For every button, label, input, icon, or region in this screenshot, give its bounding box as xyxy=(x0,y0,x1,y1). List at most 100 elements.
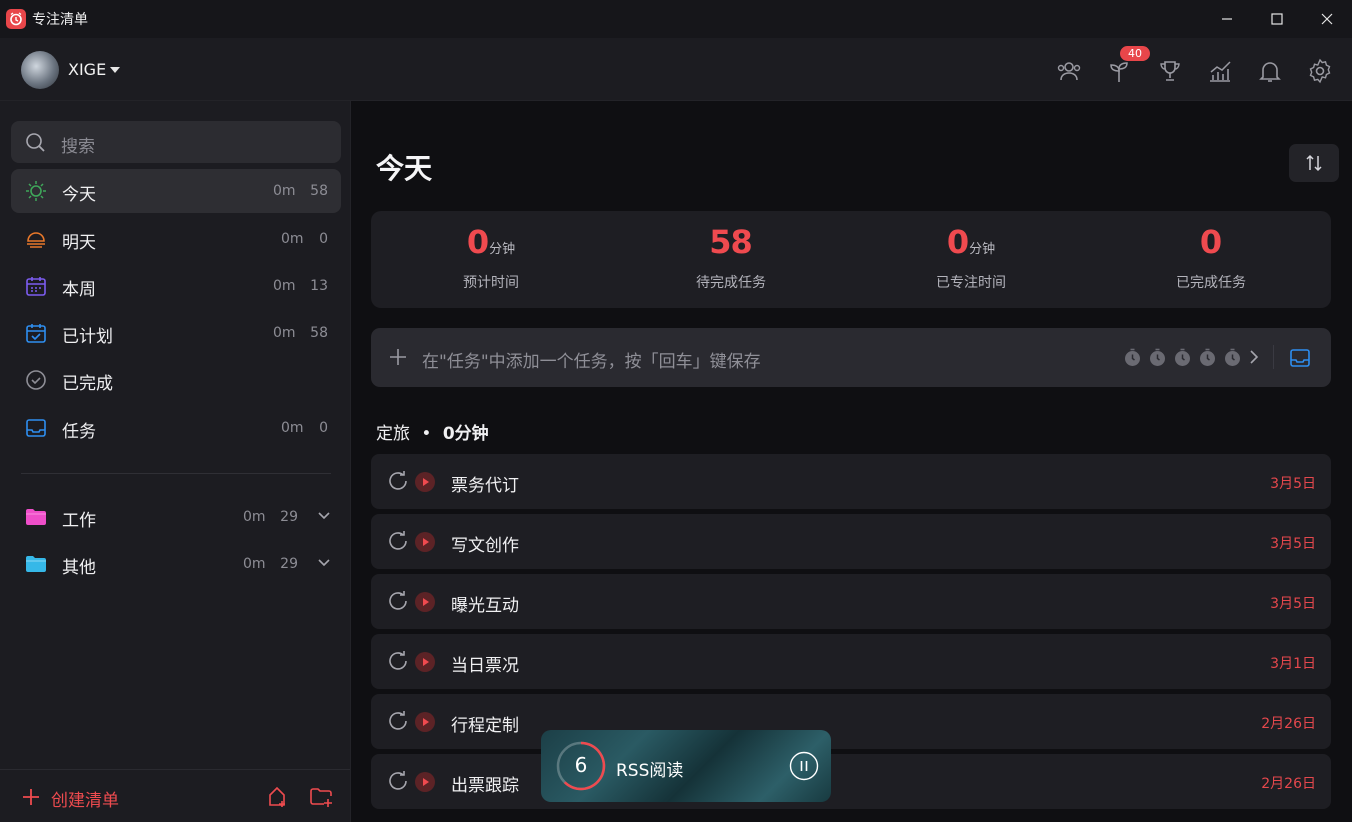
task-name: 曝光互动 xyxy=(451,596,519,616)
play-icon[interactable] xyxy=(415,712,435,732)
play-icon[interactable] xyxy=(415,772,435,792)
sprout-icon[interactable] xyxy=(1106,58,1132,84)
stat-label: 待完成任务 xyxy=(696,275,766,291)
sidebar-item-label: 明天 xyxy=(62,233,96,253)
maximize-icon xyxy=(1271,13,1283,25)
sidebar-item-minutes: 0m xyxy=(243,509,266,525)
stat-value: 0 xyxy=(1199,223,1222,261)
sidebar-item-today[interactable]: 今天 0m 58 xyxy=(11,169,341,213)
timer-count: 6 xyxy=(574,753,588,777)
play-icon[interactable] xyxy=(415,592,435,612)
task-row[interactable]: 出票跟踪 2月26日 xyxy=(371,754,1331,809)
repeat-icon[interactable] xyxy=(387,650,409,672)
sidebar-item-label: 今天 xyxy=(62,185,96,205)
sort-button[interactable] xyxy=(1289,144,1339,182)
new-folder-icon[interactable] xyxy=(310,786,334,808)
play-icon[interactable] xyxy=(415,472,435,492)
pomodoro-icon[interactable] xyxy=(1148,348,1167,367)
new-tag-icon[interactable] xyxy=(266,785,288,809)
sunset-icon xyxy=(27,232,45,248)
sidebar-item-count: 29 xyxy=(280,556,298,572)
chevron-down-icon[interactable] xyxy=(317,556,331,570)
sidebar-item-minutes: 0m xyxy=(273,183,296,199)
sidebar-folder-other[interactable]: 其他 0m 29 xyxy=(11,542,341,586)
sidebar-item-minutes: 0m xyxy=(273,325,296,341)
trophy-icon[interactable] xyxy=(1157,58,1183,84)
sidebar-item-count: 0 xyxy=(319,420,328,436)
main-panel: 今天 0分钟 预计时间 58 待完成任务 0分钟 已专注时间 0 已完成任务 在… xyxy=(352,101,1352,822)
task-row[interactable]: 曝光互动 3月5日 xyxy=(371,574,1331,629)
minimize-icon xyxy=(1222,18,1232,20)
minimize-button[interactable] xyxy=(1202,0,1252,38)
gear-icon[interactable] xyxy=(1307,58,1333,84)
stats-panel: 0分钟 预计时间 58 待完成任务 0分钟 已专注时间 0 已完成任务 xyxy=(371,211,1331,308)
app-header: XIGE 40 xyxy=(0,38,1352,101)
sidebar-item-label: 本周 xyxy=(62,280,96,300)
username[interactable]: XIGE xyxy=(68,60,106,79)
search-input[interactable]: 搜索 xyxy=(11,121,341,163)
create-list-button[interactable]: 创建清单 xyxy=(51,786,119,811)
repeat-icon[interactable] xyxy=(387,710,409,732)
sidebar-item-count: 58 xyxy=(310,183,328,199)
sun-icon xyxy=(26,181,46,201)
stats-icon[interactable] xyxy=(1207,58,1233,84)
stat-unit: 分钟 xyxy=(489,242,516,257)
search-icon xyxy=(26,133,45,152)
sidebar-item-count: 58 xyxy=(310,325,328,341)
folder-icon xyxy=(26,556,46,572)
stat-value: 0 xyxy=(466,223,489,261)
sidebar-folder-work[interactable]: 工作 0m 29 xyxy=(11,495,341,539)
repeat-icon[interactable] xyxy=(387,530,409,552)
plus-icon[interactable] xyxy=(21,787,41,807)
bell-icon[interactable] xyxy=(1257,58,1283,84)
add-task-input[interactable]: 在"任务"中添加一个任务，按「回车」键保存 xyxy=(371,328,1331,387)
stat-completed-tasks: 0 已完成任务 xyxy=(1091,211,1331,308)
pause-icon[interactable] xyxy=(789,751,819,781)
app-title: 专注清单 xyxy=(32,12,88,28)
team-icon[interactable] xyxy=(1056,58,1082,84)
inbox-icon xyxy=(26,419,46,437)
pomodoro-icon[interactable] xyxy=(1123,348,1142,367)
sidebar-item-this-week[interactable]: 本周 0m 13 xyxy=(11,264,341,308)
task-row[interactable]: 票务代订 3月5日 xyxy=(371,454,1331,509)
stat-estimated-time: 0分钟 预计时间 xyxy=(371,211,611,308)
page-title: 今天 xyxy=(376,152,433,185)
mini-timer-widget[interactable]: 6 RSS阅读 xyxy=(541,730,831,802)
task-due-date: 3月5日 xyxy=(1270,536,1316,552)
maximize-button[interactable] xyxy=(1252,0,1302,38)
repeat-icon[interactable] xyxy=(387,590,409,612)
close-button[interactable] xyxy=(1302,0,1352,38)
task-row[interactable]: 当日票况 3月1日 xyxy=(371,634,1331,689)
sidebar-item-planned[interactable]: 已计划 0m 58 xyxy=(11,311,341,355)
pomodoro-icon[interactable] xyxy=(1173,348,1192,367)
task-name: 写文创作 xyxy=(451,536,519,556)
pomodoro-icon[interactable] xyxy=(1223,348,1242,367)
calendar-check-icon xyxy=(26,324,46,343)
title-bar: 专注清单 xyxy=(0,0,1352,38)
avatar[interactable] xyxy=(21,51,59,89)
inbox-icon[interactable] xyxy=(1289,347,1311,369)
repeat-icon[interactable] xyxy=(387,770,409,792)
pomodoro-icon[interactable] xyxy=(1198,348,1217,367)
play-icon[interactable] xyxy=(415,532,435,552)
repeat-icon[interactable] xyxy=(387,470,409,492)
task-row[interactable]: 写文创作 3月5日 xyxy=(371,514,1331,569)
task-name: 出票跟踪 xyxy=(451,776,519,796)
task-due-date: 3月5日 xyxy=(1270,476,1316,492)
sidebar-item-completed[interactable]: 已完成 xyxy=(11,358,341,402)
task-due-date: 2月26日 xyxy=(1261,716,1316,732)
check-circle-icon xyxy=(26,370,46,390)
sidebar-item-label: 任务 xyxy=(62,422,96,442)
stat-value: 0 xyxy=(946,223,969,261)
chevron-down-icon[interactable] xyxy=(110,67,120,73)
task-due-date: 2月26日 xyxy=(1261,776,1316,792)
play-icon[interactable] xyxy=(415,652,435,672)
chevron-down-icon[interactable] xyxy=(317,509,331,523)
section-header[interactable]: 定旅 • 0分钟 xyxy=(376,419,489,444)
chevron-right-icon[interactable] xyxy=(1248,349,1260,365)
task-row[interactable]: 行程定制 2月26日 xyxy=(371,694,1331,749)
add-task-placeholder: 在"任务"中添加一个任务，按「回车」键保存 xyxy=(422,352,761,372)
sidebar-item-tasks[interactable]: 任务 0m 0 xyxy=(11,406,341,450)
sidebar-item-minutes: 0m xyxy=(273,278,296,294)
sidebar-item-tomorrow[interactable]: 明天 0m 0 xyxy=(11,217,341,261)
